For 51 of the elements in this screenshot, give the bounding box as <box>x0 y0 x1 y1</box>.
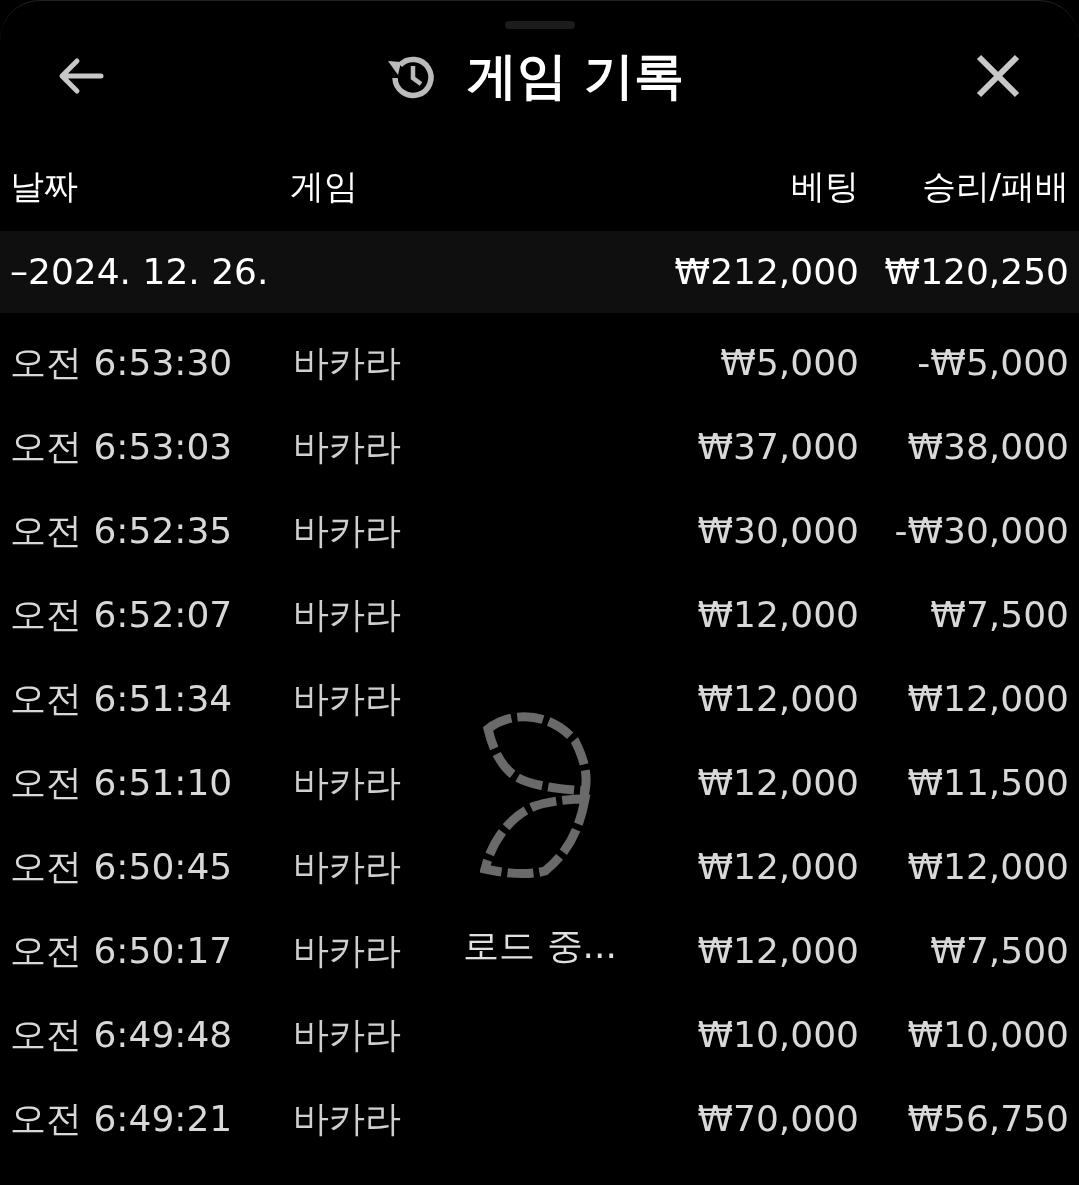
result-cell: ₩12,000 <box>907 678 1069 719</box>
bet-cell: ₩37,000 <box>697 426 859 467</box>
date-group-row[interactable]: –2024. 12. 26. ₩212,000 ₩120,250 <box>0 231 1079 313</box>
result-cell: ₩10,000 <box>907 1014 1069 1055</box>
time-cell: 오전 6:53:30 <box>10 342 233 383</box>
time-cell: 오전 6:52:07 <box>10 594 233 635</box>
time-cell: 오전 6:51:10 <box>10 762 233 803</box>
time-cell: 오전 6:50:17 <box>10 930 233 971</box>
bet-cell: ₩30,000 <box>697 510 859 551</box>
bet-cell: ₩12,000 <box>697 930 859 971</box>
column-header: 게임 <box>290 165 358 206</box>
game-cell: 바카라 <box>293 930 401 971</box>
result-cell: ₩11,500 <box>907 762 1069 803</box>
game-cell: 바카라 <box>293 426 401 467</box>
bet-cell: ₩12,000 <box>697 594 859 635</box>
time-cell: 오전 6:52:35 <box>10 510 233 551</box>
column-header: 승리/패배 <box>921 165 1069 206</box>
bet-cell: ₩10,000 <box>697 1014 859 1055</box>
result-cell: -₩30,000 <box>894 510 1069 551</box>
loading-text: 로드 중... <box>463 924 617 968</box>
group-total: ₩212,000 <box>674 251 859 292</box>
game-cell: 바카라 <box>293 594 401 635</box>
time-cell: 오전 6:50:45 <box>10 846 233 887</box>
game-cell: 바카라 <box>293 762 401 803</box>
game-cell: 바카라 <box>293 510 401 551</box>
drag-handle[interactable] <box>504 21 575 29</box>
result-cell: -₩5,000 <box>917 342 1069 383</box>
bet-cell: ₩70,000 <box>697 1098 859 1139</box>
bet-cell: ₩12,000 <box>697 762 859 803</box>
game-cell: 바카라 <box>293 1014 401 1055</box>
bet-cell: ₩5,000 <box>720 342 859 383</box>
time-cell: 오전 6:51:34 <box>10 678 233 719</box>
result-cell: ₩38,000 <box>907 426 1069 467</box>
result-cell: ₩7,500 <box>930 594 1069 635</box>
group-date: –2024. 12. 26. <box>10 251 269 292</box>
column-header: 베팅 <box>791 165 859 206</box>
time-cell: 오전 6:49:21 <box>10 1098 233 1139</box>
result-cell: ₩56,750 <box>907 1098 1069 1139</box>
time-cell: 오전 6:53:03 <box>10 426 233 467</box>
result-cell: ₩7,500 <box>930 930 1069 971</box>
page-title: 게임 기록 <box>466 45 685 107</box>
bet-cell: ₩12,000 <box>697 846 859 887</box>
result-cell: ₩12,000 <box>907 846 1069 887</box>
bet-cell: ₩12,000 <box>697 678 859 719</box>
game-cell: 바카라 <box>293 1098 401 1139</box>
time-cell: 오전 6:49:48 <box>10 1014 233 1055</box>
game-cell: 바카라 <box>293 342 401 383</box>
column-header: 날짜 <box>10 165 78 206</box>
game-cell: 바카라 <box>293 678 401 719</box>
game-cell: 바카라 <box>293 846 401 887</box>
group-total: ₩120,250 <box>884 251 1069 292</box>
